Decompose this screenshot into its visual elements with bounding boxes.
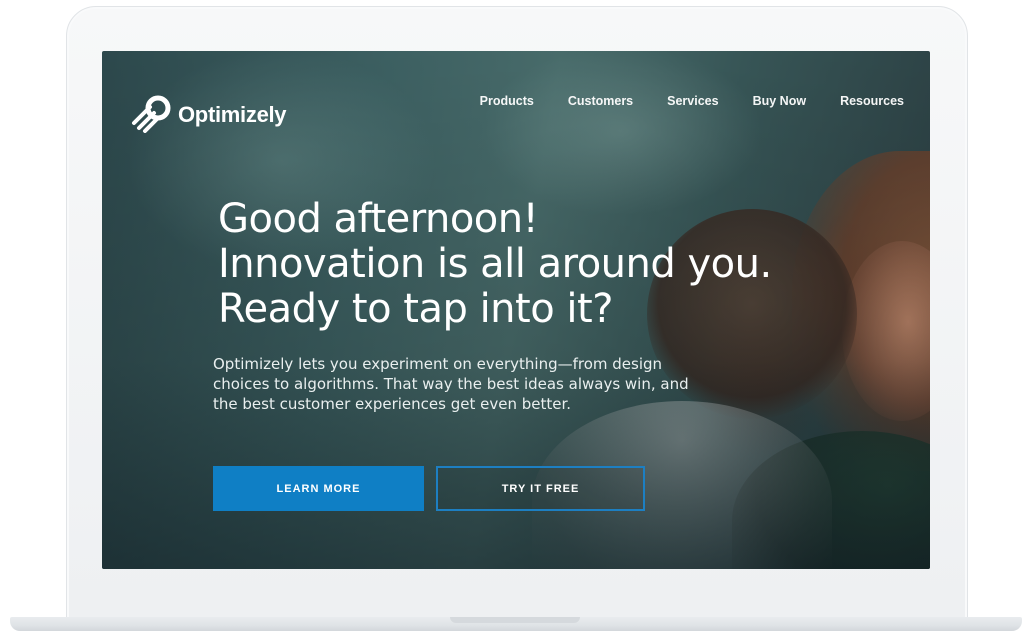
hero-headline-line: Innovation is all around you. bbox=[218, 241, 772, 287]
hero-description-line: Optimizely lets you experiment on everyt… bbox=[213, 355, 663, 373]
hero-description: Optimizely lets you experiment on everyt… bbox=[213, 354, 813, 414]
nav-item-customers[interactable]: Customers bbox=[568, 94, 633, 108]
nav-item-buy-now[interactable]: Buy Now bbox=[753, 94, 806, 108]
laptop-mockup: Optimizely Products Customers Services B… bbox=[0, 0, 1031, 633]
try-it-free-button[interactable]: TRY IT FREE bbox=[436, 466, 645, 511]
main-nav: Products Customers Services Buy Now Reso… bbox=[480, 94, 904, 108]
laptop-screen: Optimizely Products Customers Services B… bbox=[102, 51, 930, 569]
hero-description-line: choices to algorithms. That way the best… bbox=[213, 375, 689, 393]
learn-more-button[interactable]: LEARN MORE bbox=[213, 466, 424, 511]
hero-headline: Good afternoon! Innovation is all around… bbox=[218, 197, 858, 332]
hero-headline-line: Good afternoon! bbox=[218, 196, 539, 242]
nav-item-services[interactable]: Services bbox=[667, 94, 718, 108]
logo-link[interactable]: Optimizely bbox=[130, 93, 287, 133]
hero-headline-line: Ready to tap into it? bbox=[218, 286, 613, 332]
logo-text: Optimizely bbox=[178, 102, 287, 127]
laptop-notch bbox=[450, 617, 580, 623]
hero-description-line: the best customer experiences get even b… bbox=[213, 395, 572, 413]
nav-item-products[interactable]: Products bbox=[480, 94, 534, 108]
optimizely-logo-icon bbox=[132, 95, 171, 133]
nav-item-resources[interactable]: Resources bbox=[840, 94, 904, 108]
